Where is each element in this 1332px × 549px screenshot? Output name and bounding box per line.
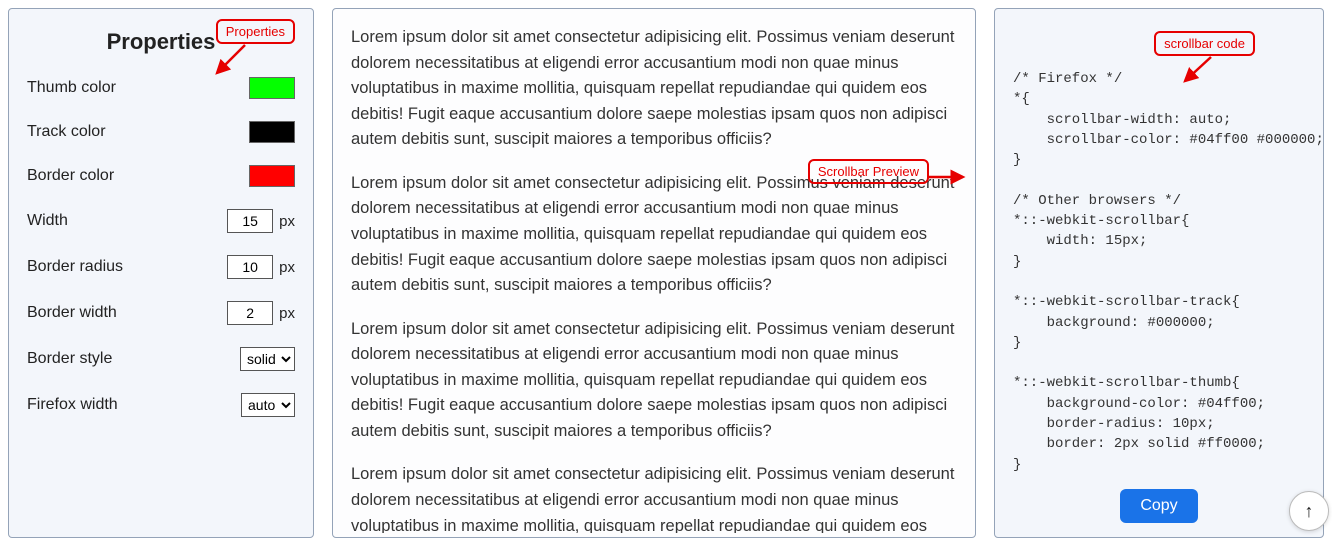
code-panel: scrollbar code /* Firefox */ *{ scrollba… xyxy=(994,8,1324,538)
border-width-label: Border width xyxy=(27,304,117,322)
border-width-input[interactable] xyxy=(227,301,273,325)
firefox-width-select[interactable]: auto xyxy=(241,393,295,417)
preview-paragraph: Lorem ipsum dolor sit amet consectetur a… xyxy=(351,25,955,153)
firefox-width-label: Firefox width xyxy=(27,396,118,414)
track-color-label: Track color xyxy=(27,123,106,141)
thumb-color-label: Thumb color xyxy=(27,79,116,97)
code-output: /* Firefox */ *{ scrollbar-width: auto; … xyxy=(1013,69,1305,485)
copy-button[interactable]: Copy xyxy=(1120,489,1197,523)
border-color-label: Border color xyxy=(27,167,114,185)
scroll-to-top-button[interactable]: ↑ xyxy=(1289,491,1329,531)
properties-title: Properties xyxy=(27,29,295,55)
border-width-unit: px xyxy=(279,305,295,322)
width-input[interactable] xyxy=(227,209,273,233)
thumb-color-swatch[interactable] xyxy=(249,77,295,99)
border-color-swatch[interactable] xyxy=(249,165,295,187)
border-radius-label: Border radius xyxy=(27,258,123,276)
border-style-label: Border style xyxy=(27,350,112,368)
preview-paragraph: Lorem ipsum dolor sit amet consectetur a… xyxy=(351,171,955,299)
border-radius-input[interactable] xyxy=(227,255,273,279)
preview-paragraph: Lorem ipsum dolor sit amet consectetur a… xyxy=(351,462,955,533)
preview-paragraph: Lorem ipsum dolor sit amet consectetur a… xyxy=(351,317,955,445)
arrow-up-icon: ↑ xyxy=(1305,501,1314,522)
preview-scroll-area[interactable]: Lorem ipsum dolor sit amet consectetur a… xyxy=(351,13,971,533)
track-color-swatch[interactable] xyxy=(249,121,295,143)
border-radius-unit: px xyxy=(279,259,295,276)
width-label: Width xyxy=(27,212,68,230)
width-unit: px xyxy=(279,213,295,230)
border-style-select[interactable]: solid xyxy=(240,347,295,371)
preview-panel: Scrollbar Preview Lorem ipsum dolor sit … xyxy=(332,8,976,538)
properties-panel: Properties Properties Thumb color Track … xyxy=(8,8,314,538)
